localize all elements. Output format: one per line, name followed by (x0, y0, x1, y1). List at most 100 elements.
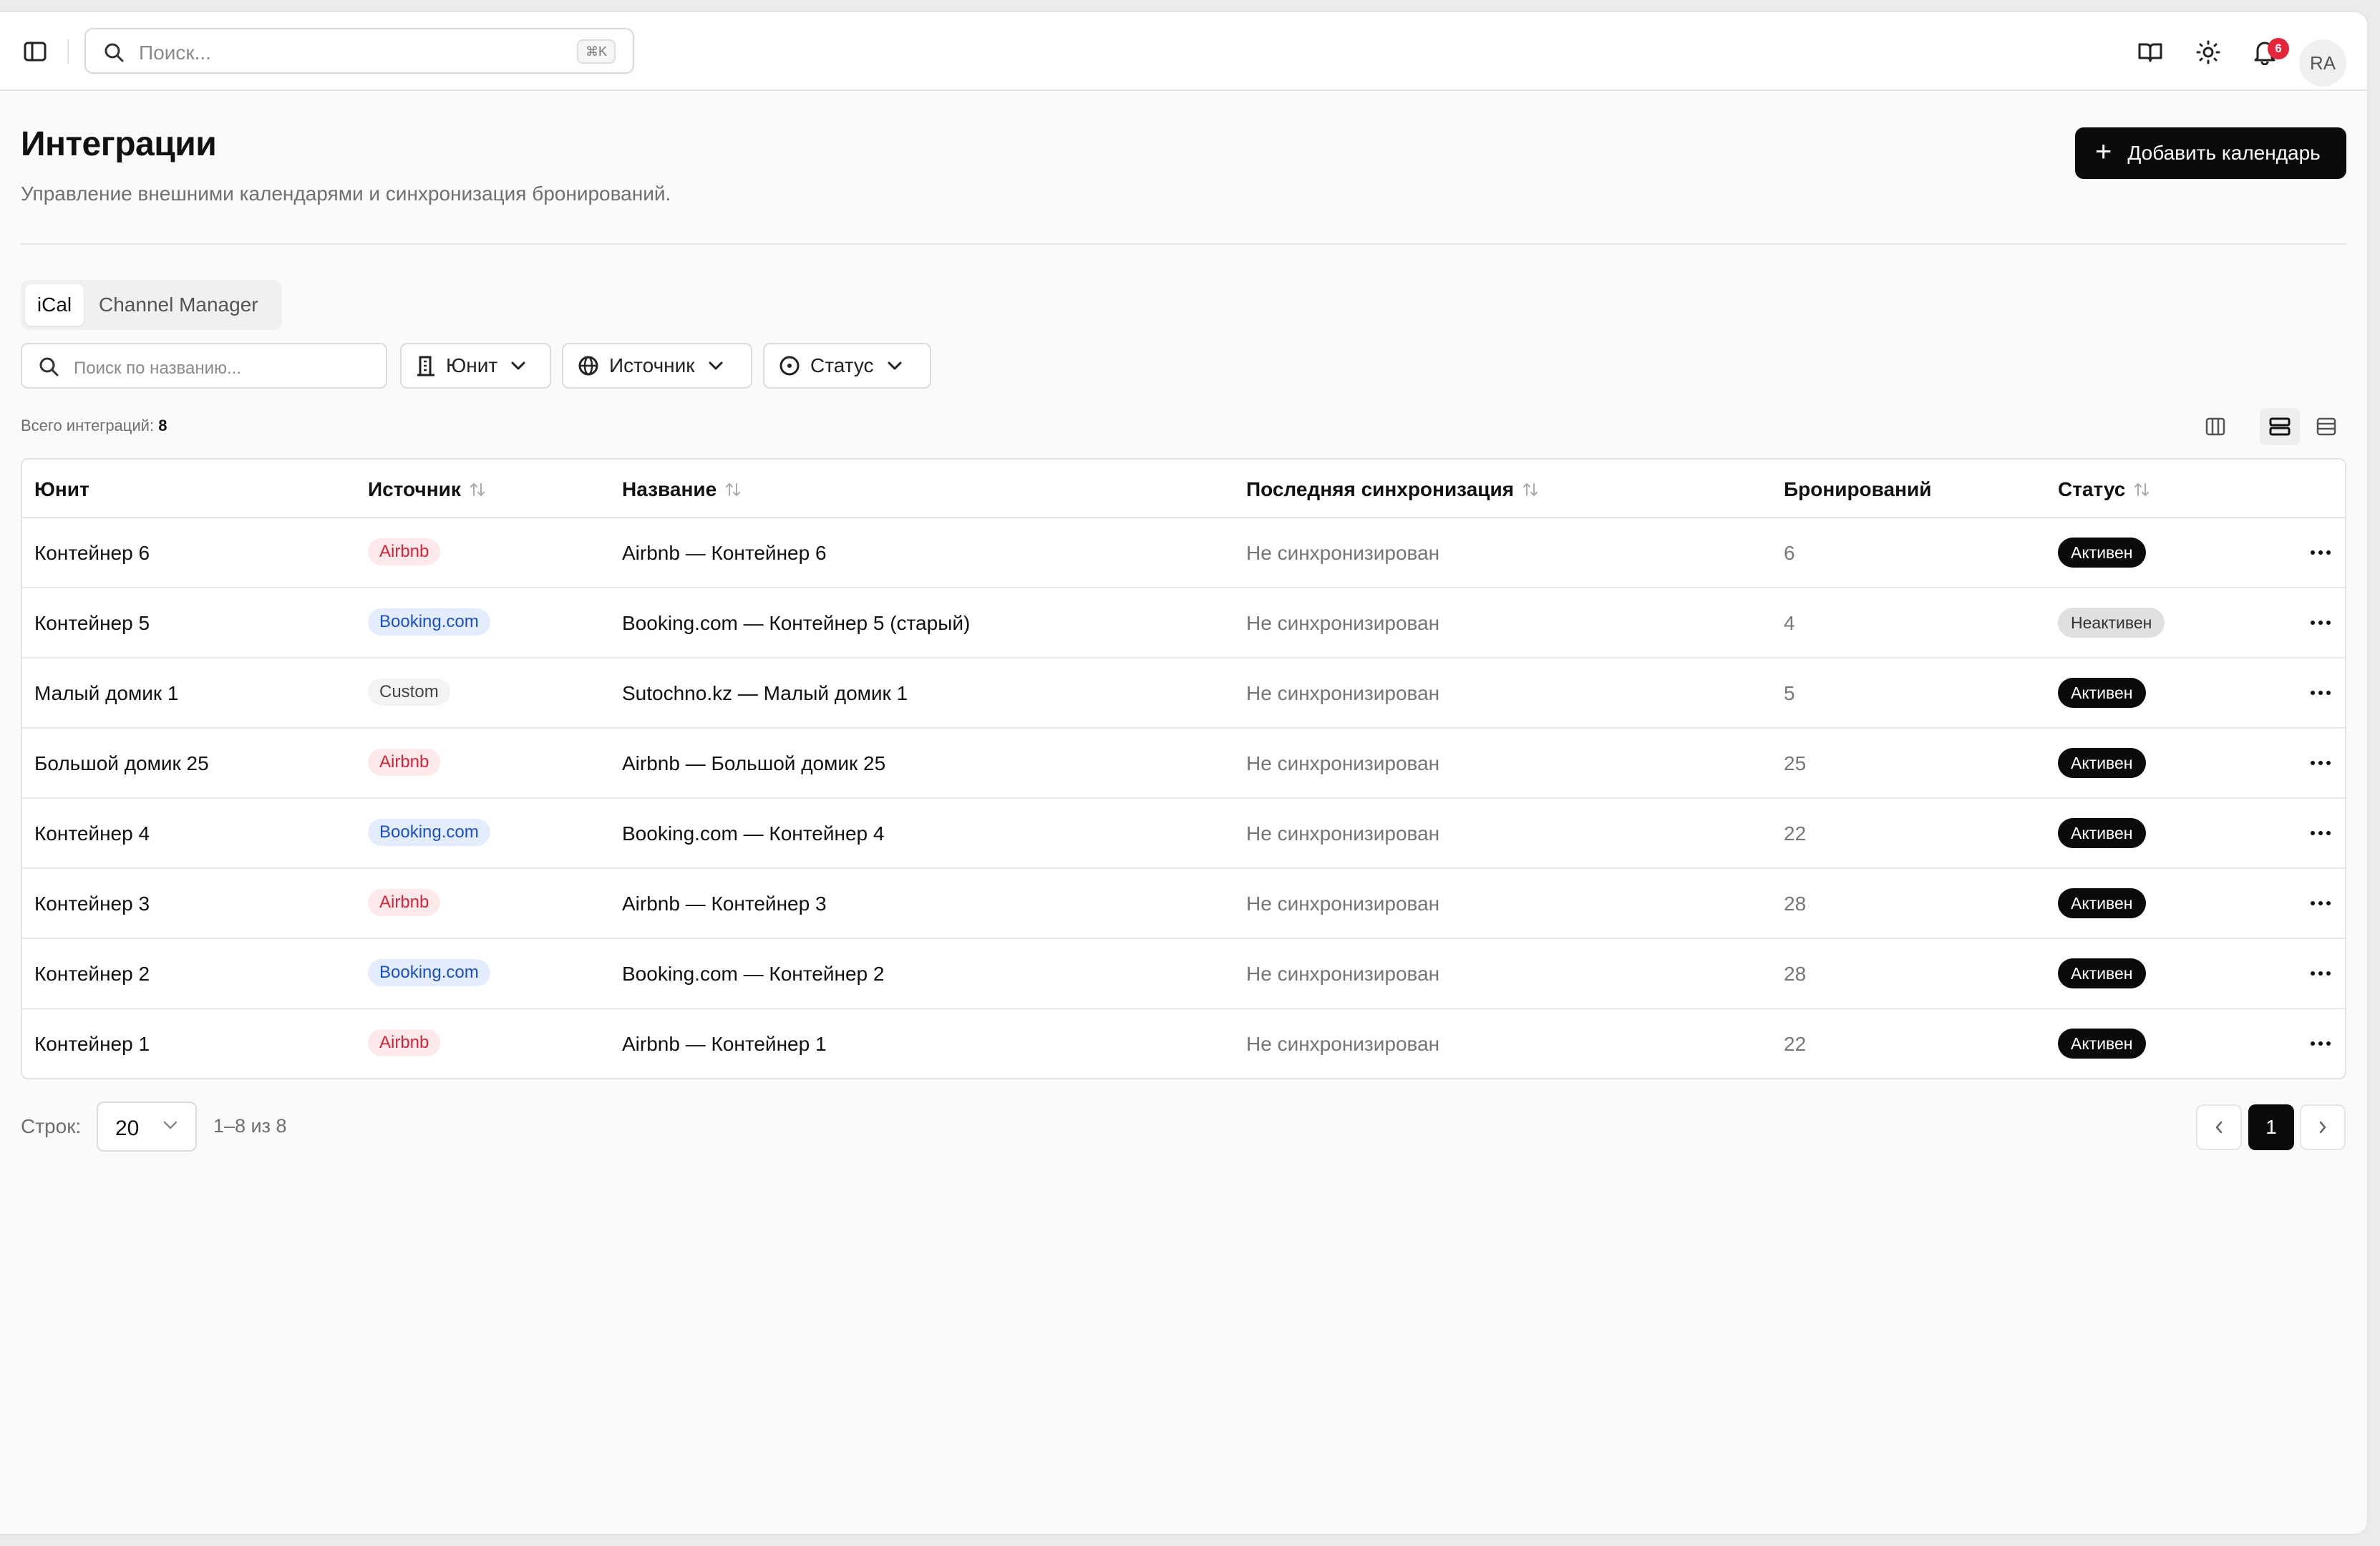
rows-per-page-value: 20 (115, 1117, 140, 1140)
column-source[interactable]: Источник (368, 478, 487, 501)
integration-name-cell: Airbnb — Большой домик 25 (622, 752, 886, 774)
header-divider (21, 243, 2346, 245)
tab-ical[interactable]: iCal (25, 284, 84, 326)
source-badge: Booking.com (368, 819, 490, 846)
row-actions-menu-icon[interactable] (2303, 890, 2338, 916)
column-bookings-label: Бронирований (1784, 478, 1932, 500)
column-unit: Юнит (34, 478, 89, 501)
last-sync-cell: Не синхронизирован (1246, 682, 1440, 704)
book-icon[interactable] (2134, 37, 2166, 68)
table-row[interactable]: Контейнер 2 Booking.com Booking.com — Конт… (22, 939, 2345, 1009)
last-sync-cell: Не синхронизирован (1246, 822, 1440, 845)
integration-name-cell: Booking.com — Контейнер 5 (старый) (622, 612, 971, 634)
rows-per-page-select[interactable]: 20 (97, 1102, 197, 1152)
status-badge: Активен (2058, 818, 2146, 848)
global-search-input[interactable]: Поиск... ⌘K (84, 28, 634, 74)
last-sync-cell: Не синхронизирован (1246, 1033, 1440, 1055)
more-dots-icon (2311, 1041, 2331, 1046)
last-sync-cell: Не синхронизирован (1246, 542, 1440, 564)
sun-theme-icon[interactable] (2192, 37, 2224, 68)
chevron-down-icon (510, 361, 526, 371)
page-title: Интеграции (21, 125, 217, 163)
add-calendar-button[interactable]: + Добавить календарь (2075, 127, 2346, 179)
row-actions-menu-icon[interactable] (2303, 750, 2338, 776)
search-icon (103, 42, 125, 67)
more-dots-icon (2311, 971, 2331, 976)
next-page-button[interactable] (2300, 1104, 2346, 1150)
sort-icon (2132, 480, 2151, 499)
plus-icon: + (2095, 136, 2112, 167)
table-row[interactable]: Контейнер 4 Booking.com Booking.com — Конт… (22, 799, 2345, 869)
compact-rows-icon[interactable] (2306, 408, 2346, 445)
row-actions-menu-icon[interactable] (2303, 961, 2338, 986)
table-row[interactable]: Контейнер 3 Airbnb Airbnb — Контейнер 3 Не … (22, 869, 2345, 939)
last-sync-cell: Не синхронизирован (1246, 893, 1440, 915)
column-status-label: Статус (2058, 478, 2126, 500)
source-badge: Airbnb (368, 749, 441, 776)
bookings-count-cell: 4 (1784, 612, 1795, 634)
table-row[interactable]: Контейнер 1 Airbnb Airbnb — Контейнер 1 Не … (22, 1009, 2345, 1078)
source-badge: Custom (368, 679, 450, 706)
chevron-down-icon (887, 361, 903, 371)
more-dots-icon (2311, 831, 2331, 835)
page-1-button[interactable]: 1 (2248, 1104, 2294, 1150)
column-name[interactable]: Название (622, 478, 742, 501)
previous-page-button[interactable] (2196, 1104, 2242, 1150)
app-window: Поиск... ⌘K 6 RA Интеграции Управление в… (0, 12, 2367, 1534)
table-row[interactable]: Малый домик 1 Custom Sutochno.kz — Малый д… (22, 658, 2345, 729)
status-badge: Активен (2058, 678, 2146, 708)
column-status[interactable]: Статус (2058, 478, 2151, 501)
bookings-count-cell: 22 (1784, 822, 1807, 845)
columns-view-icon[interactable] (2195, 408, 2235, 445)
unit-filter-button[interactable]: Юнит (400, 343, 551, 389)
column-source-label: Источник (368, 478, 461, 500)
unit-cell: Контейнер 2 (34, 963, 150, 985)
column-last-sync[interactable]: Последняя синхронизация (1246, 478, 1540, 501)
table-row[interactable]: Большой домик 25 Airbnb Airbnb — Большой д… (22, 729, 2345, 799)
status-filter-button[interactable]: Статус (763, 343, 931, 389)
name-search-input[interactable]: Поиск по названию... (21, 343, 387, 389)
add-calendar-label: Добавить календарь (2127, 142, 2321, 164)
status-badge: Активен (2058, 538, 2146, 568)
bookings-count-cell: 5 (1784, 682, 1795, 704)
row-actions-menu-icon[interactable] (2303, 540, 2338, 565)
table-row[interactable]: Контейнер 6 Airbnb Airbnb — Контейнер 6 Не … (22, 518, 2345, 588)
source-badge: Airbnb (368, 538, 441, 565)
unit-filter-label: Юнит (446, 354, 498, 376)
column-bookings: Бронирований (1784, 478, 1931, 501)
user-avatar[interactable]: RA (2299, 39, 2346, 87)
row-actions-menu-icon[interactable] (2303, 820, 2338, 846)
chevron-down-icon (162, 1120, 178, 1130)
column-name-label: Название (622, 478, 717, 500)
sidebar-toggle-icon[interactable] (21, 39, 49, 64)
comfortable-rows-icon[interactable] (2260, 408, 2300, 445)
row-actions-menu-icon[interactable] (2303, 1031, 2338, 1056)
row-actions-menu-icon[interactable] (2303, 610, 2338, 636)
source-badge: Booking.com (368, 608, 490, 636)
more-dots-icon (2311, 691, 2331, 695)
bookings-count-cell: 22 (1784, 1033, 1807, 1055)
integration-name-cell: Sutochno.kz — Малый домик 1 (622, 682, 908, 704)
source-filter-button[interactable]: Источник (562, 343, 752, 389)
building-icon (416, 355, 436, 376)
name-search-placeholder: Поиск по названию... (74, 359, 242, 378)
total-integrations: Всего интеграций: 8 (21, 417, 167, 435)
source-badge: Booking.com (368, 959, 490, 986)
total-label: Всего интеграций: (21, 417, 155, 434)
more-dots-icon (2311, 901, 2331, 905)
chevron-down-icon (708, 361, 724, 371)
integration-name-cell: Booking.com — Контейнер 2 (622, 963, 885, 985)
status-badge: Активен (2058, 958, 2146, 988)
more-dots-icon (2311, 550, 2331, 555)
globe-icon (578, 355, 599, 376)
tab-channel-manager[interactable]: Channel Manager (99, 284, 258, 326)
sort-icon (1521, 480, 1540, 499)
search-shortcut-hint: ⌘K (576, 39, 616, 64)
top-bar: Поиск... ⌘K 6 RA (0, 12, 2367, 91)
integration-name-cell: Airbnb — Контейнер 3 (622, 893, 827, 915)
row-actions-menu-icon[interactable] (2303, 680, 2338, 706)
last-sync-cell: Не синхронизирован (1246, 612, 1440, 634)
table-row[interactable]: Контейнер 5 Booking.com Booking.com — Конт… (22, 588, 2345, 658)
search-icon (38, 356, 59, 381)
status-badge: Активен (2058, 748, 2146, 778)
